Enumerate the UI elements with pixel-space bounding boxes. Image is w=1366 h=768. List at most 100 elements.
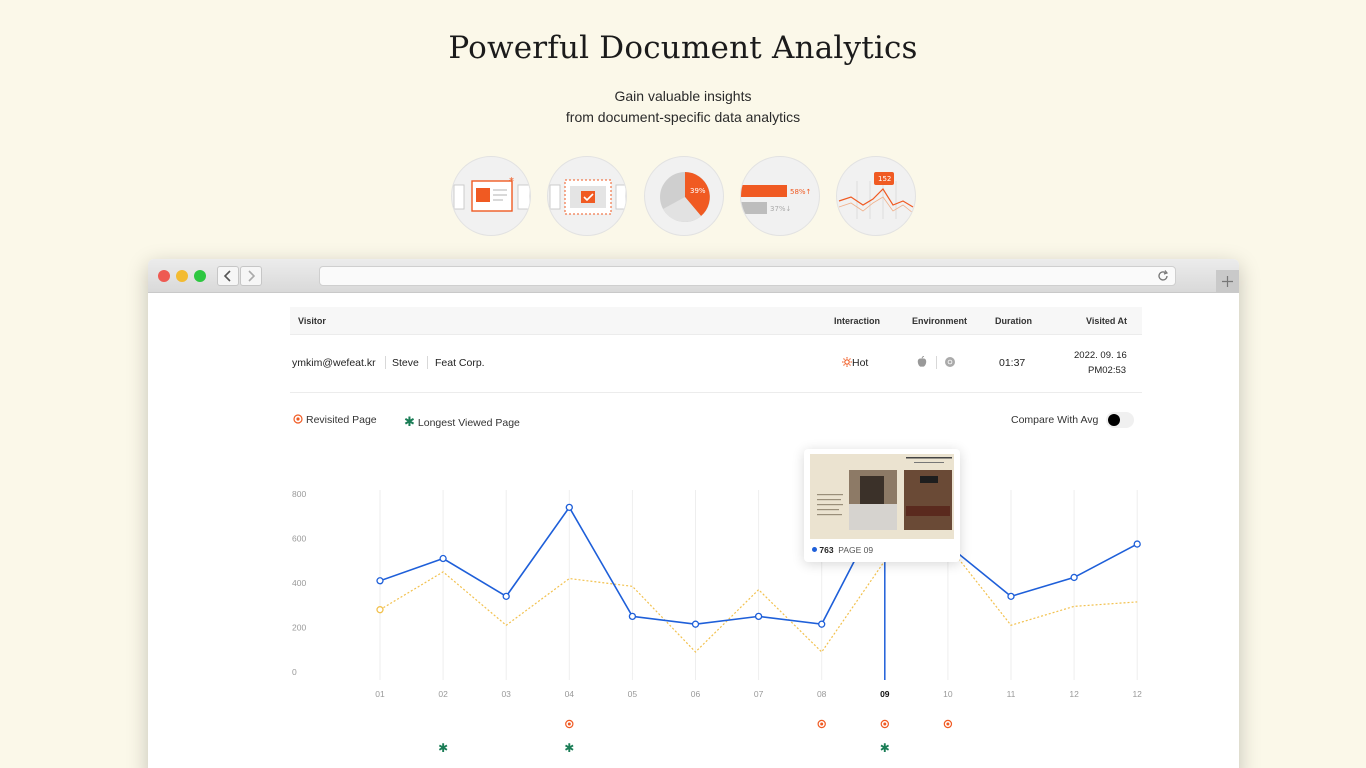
visited-time: PM02:53 [1088, 365, 1127, 376]
compare-avg-label: Compare With Avg [1011, 414, 1099, 426]
column-duration: Duration [995, 316, 1032, 326]
x-tick-label: 12 [1132, 689, 1142, 699]
back-button[interactable] [217, 266, 239, 286]
svg-text:37%↓: 37%↓ [770, 205, 791, 213]
data-point [502, 592, 510, 601]
apple-icon [917, 355, 927, 371]
revisited-marker-center [883, 722, 887, 726]
visited-date: 2022. 09. 16 [1074, 350, 1127, 361]
legend-revisited-label: Revisited Page [306, 414, 377, 426]
x-tick-label: 02 [438, 689, 448, 699]
revisited-marker-center [946, 722, 950, 726]
data-point [818, 620, 826, 628]
divider [427, 356, 428, 369]
x-tick-label: 10 [943, 689, 953, 699]
data-point [691, 620, 700, 628]
close-window-button[interactable] [158, 270, 170, 282]
column-visited-at: Visited At [1086, 316, 1128, 326]
slide-highlight-icon: * [451, 156, 531, 236]
x-tick-label: 07 [754, 689, 764, 699]
divider [385, 356, 386, 369]
plus-icon [1222, 276, 1233, 287]
chevron-right-icon [248, 270, 256, 282]
revisited-icon [293, 414, 303, 424]
address-bar[interactable] [319, 266, 1176, 286]
y-tick-label: 600 [292, 534, 306, 544]
toggle-knob [1108, 414, 1120, 426]
browser-titlebar [148, 259, 1239, 293]
column-environment: Environment [912, 316, 968, 326]
data-point [1007, 592, 1015, 601]
x-tick-label: 11 [1007, 689, 1016, 699]
revisited-marker-center [820, 722, 824, 726]
forward-button[interactable] [240, 266, 262, 286]
data-point [1133, 540, 1141, 548]
svg-text:152: 152 [878, 175, 891, 183]
page-check-icon [547, 156, 627, 236]
visitor-table-header: Visitor Interaction Environment Duration… [290, 307, 1142, 335]
reload-icon[interactable] [1156, 269, 1170, 283]
bar-compare-icon: 58%↑ 37%↓ [740, 156, 820, 236]
column-visitor: Visitor [298, 316, 326, 326]
legend-longest: ✱ Longest Viewed Page [404, 414, 520, 430]
x-tick-label: 06 [691, 689, 701, 699]
page-preview-tooltip: 763 PAGE 09 [804, 449, 960, 562]
x-tick-label: 01 [375, 689, 385, 699]
maximize-window-button[interactable] [194, 270, 206, 282]
line-chart-icon: 152 [836, 156, 916, 236]
minimize-window-button[interactable] [176, 270, 188, 282]
x-tick-label: 12 [1069, 689, 1079, 699]
x-tick-label: 05 [628, 689, 638, 699]
data-point [1070, 573, 1078, 582]
legend-longest-label: Longest Viewed Page [417, 417, 520, 429]
y-tick-label: 400 [292, 578, 306, 588]
longest-viewed-marker: ✱ [880, 741, 890, 755]
data-point [628, 612, 637, 621]
subtitle-line-1: Gain valuable insights [614, 88, 752, 104]
y-tick-label: 200 [292, 623, 306, 633]
longest-viewed-marker: ✱ [438, 741, 448, 755]
tooltip-value: 763 [819, 545, 834, 555]
page-title: Powerful Document Analytics [448, 30, 918, 66]
table-row[interactable]: ymkim@wefeat.kr Steve Feat Corp. Hot 01:… [290, 335, 1142, 393]
asterisk-icon: ✱ [404, 414, 415, 429]
data-point [376, 577, 384, 585]
visitor-company: Feat Corp. [435, 357, 485, 369]
browser-window: Visitor Interaction Environment Duration… [148, 259, 1239, 768]
subtitle-line-2: from document-specific data analytics [565, 109, 801, 125]
svg-text:39%: 39% [690, 187, 706, 195]
series-dot [812, 547, 817, 552]
x-tick-label: 08 [817, 689, 827, 699]
svg-text:58%↑: 58%↑ [790, 188, 811, 196]
longest-viewed-marker: ✱ [564, 741, 574, 755]
y-tick-label: 0 [292, 667, 297, 677]
x-tick-label: 09 [880, 689, 890, 699]
chevron-left-icon [223, 270, 231, 282]
avg-series-point [376, 606, 384, 614]
data-point [565, 503, 573, 511]
divider [936, 356, 937, 369]
column-interaction: Interaction [834, 316, 881, 326]
page-thumbnail [810, 454, 954, 539]
page-subtitle: Gain valuable insights from document-spe… [0, 86, 1366, 128]
page-views-chart: 0 200 400 600 800 01 02 03 04 05 06 07 08 09 10 11 12 12 ✱… [292, 489, 1142, 755]
data-point [754, 612, 763, 621]
fire-icon [842, 357, 852, 367]
new-tab-button[interactable] [1216, 270, 1239, 293]
x-tick-label: 03 [501, 689, 511, 699]
data-point [439, 554, 447, 563]
interaction-label: Hot [852, 357, 869, 369]
visitor-name: Steve [392, 357, 419, 369]
compare-avg-toggle[interactable] [1106, 412, 1134, 428]
visitor-email: ymkim@wefeat.kr [292, 357, 376, 369]
interaction-hot: Hot [842, 357, 868, 369]
pie-chart-icon: 39% [644, 156, 724, 236]
tooltip-caption: 763 PAGE 09 [812, 545, 873, 555]
chrome-icon [944, 356, 956, 371]
tooltip-page: PAGE 09 [838, 545, 874, 555]
feature-icons: * 39% 58%↑ 37%↓ 152 [451, 156, 917, 236]
revisited-marker-center [567, 722, 571, 726]
duration-value: 01:37 [999, 357, 1026, 369]
y-tick-label: 800 [292, 489, 306, 499]
x-tick-label: 04 [565, 689, 575, 699]
